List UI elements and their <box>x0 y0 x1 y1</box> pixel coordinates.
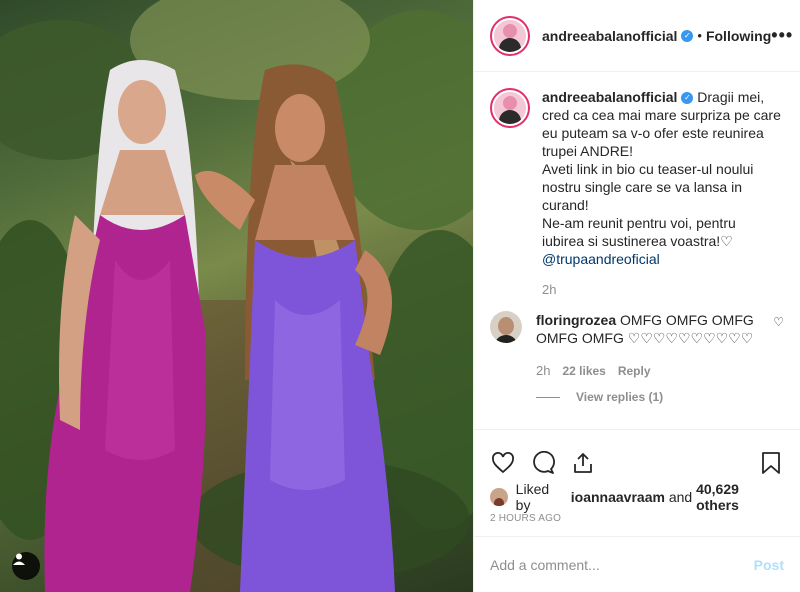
header-user-info: andreeabalanofficial ✓ • Following <box>542 28 771 44</box>
post-timestamp[interactable]: 2 HOURS AGO <box>474 507 800 536</box>
add-comment-bar: Post <box>474 536 800 592</box>
caption-avatar[interactable] <box>490 88 530 128</box>
caption-line: nostru single care se va lansa in <box>542 179 742 195</box>
heart-icon[interactable] <box>490 450 516 476</box>
replies-divider <box>536 396 560 398</box>
following-button[interactable]: Following <box>706 28 771 44</box>
comment-likes-count[interactable]: 22 likes <box>562 364 605 378</box>
liker-username[interactable]: ioannaavraam <box>571 489 665 505</box>
caption-line: cred ca cea mai mare surpriza pe care <box>542 107 781 123</box>
separator-dot: • <box>697 28 702 43</box>
comment-input[interactable] <box>490 556 754 573</box>
header-username[interactable]: andreeabalanofficial <box>542 28 677 44</box>
more-options-icon[interactable]: ••• <box>771 25 793 46</box>
post-header: andreeabalanofficial ✓ • Following ••• <box>474 0 800 72</box>
post-side-panel: andreeabalanofficial ✓ • Following ••• a… <box>473 0 800 592</box>
tagged-users-button[interactable] <box>12 552 40 580</box>
comment-body: floringrozea OMFG OMFG OMFG OMFG OMFG ♡♡… <box>536 311 765 347</box>
instagram-post-view: andreeabalanofficial ✓ • Following ••• a… <box>0 0 800 592</box>
likes-and: and <box>668 489 693 505</box>
caption-time[interactable]: 2h <box>542 282 784 297</box>
post-photo[interactable] <box>0 0 473 592</box>
comment-time[interactable]: 2h <box>536 363 550 378</box>
view-replies-button[interactable]: View replies (1) <box>536 390 784 404</box>
comments-section: andreeabalanofficial ✓ Dragii mei, cred c… <box>474 72 800 429</box>
commenter-username[interactable]: floringrozea <box>536 312 616 328</box>
comment-item: floringrozea OMFG OMFG OMFG OMFG OMFG ♡♡… <box>490 311 784 347</box>
liker-avatar[interactable] <box>490 488 508 506</box>
caption-line: curand! <box>542 197 589 213</box>
photo-illustration <box>0 0 473 592</box>
mention-link[interactable]: @trupaandreoficial <box>542 250 781 268</box>
post-comment-button[interactable]: Post <box>754 557 784 573</box>
bookmark-icon[interactable] <box>758 450 784 476</box>
action-bar <box>474 429 800 487</box>
likes-summary: Liked by ioannaavraam and 40,629 others <box>474 481 800 513</box>
comment-icon[interactable] <box>530 450 556 476</box>
caption-line: Ne-am reunit pentru voi, pentru <box>542 215 736 231</box>
caption-username[interactable]: andreeabalanofficial <box>542 89 677 105</box>
comment-meta: 2h 22 likes Reply <box>536 363 784 378</box>
profile-avatar[interactable] <box>490 15 530 56</box>
verified-badge-icon: ✓ <box>681 92 694 105</box>
avatar-image <box>494 92 526 124</box>
avatar-image <box>494 19 526 52</box>
caption-text: andreeabalanofficial ✓ Dragii mei, cred c… <box>542 88 781 268</box>
comment-like-heart-icon[interactable]: ♡ <box>773 315 784 347</box>
share-icon[interactable] <box>570 450 596 476</box>
commenter-avatar[interactable] <box>490 311 522 343</box>
caption-line: eu puteam sa v-o ofer este reunirea <box>542 125 764 141</box>
reply-button[interactable]: Reply <box>618 364 651 378</box>
caption: andreeabalanofficial ✓ Dragii mei, cred c… <box>490 88 784 268</box>
user-icon <box>13 553 25 565</box>
verified-badge-icon: ✓ <box>681 29 694 42</box>
caption-line: trupei ANDRE! <box>542 143 634 159</box>
caption-line: Aveti link in bio cu teaser-ul noului <box>542 161 754 177</box>
caption-line: iubirea si sustinerea voastra!♡ <box>542 233 733 249</box>
caption-line: Dragii mei, <box>697 89 765 105</box>
view-replies-label: View replies (1) <box>576 390 664 404</box>
